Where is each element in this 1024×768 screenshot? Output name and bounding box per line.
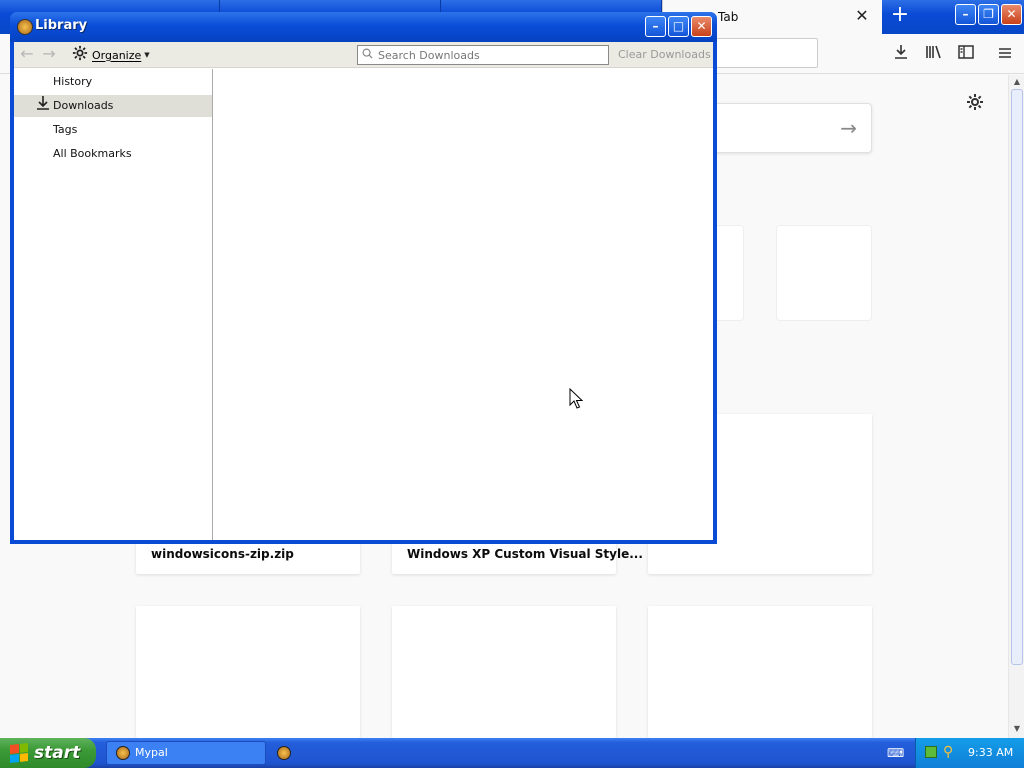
gear-icon[interactable]: [966, 93, 984, 116]
highlight-card[interactable]: [392, 606, 616, 738]
organize-label: Organize: [92, 48, 142, 62]
scroll-up-icon[interactable]: ▲: [1011, 76, 1023, 88]
library-window: Library – □ ✕ ← → Organize ▼ Clear Downl…: [10, 12, 717, 544]
sidebar-item-label: All Bookmarks: [53, 147, 132, 160]
back-button[interactable]: ←: [18, 45, 36, 63]
menu-icon[interactable]: [995, 44, 1015, 64]
sidebar-item-all-bookmarks[interactable]: All Bookmarks: [14, 143, 212, 165]
browser-restore-button[interactable]: ❐: [978, 4, 999, 25]
scrollbar-thumb[interactable]: [1011, 89, 1023, 665]
taskbar: start Mypal ⌨ ⚲ 9:33 AM: [0, 738, 1024, 768]
card-title: windowsicons-zip.zip: [151, 547, 294, 561]
windows-logo-icon: [10, 743, 28, 763]
sidebar-item-label: History: [53, 75, 93, 88]
network-icon[interactable]: [925, 746, 937, 758]
highlight-card[interactable]: [648, 606, 872, 738]
library-icon[interactable]: [924, 44, 944, 64]
library-titlebar[interactable]: Library – □ ✕: [10, 12, 717, 42]
page-scrollbar[interactable]: ▲ ▼: [1008, 75, 1024, 738]
browser-close-button[interactable]: ✕: [1001, 4, 1022, 25]
sidebar-item-history[interactable]: History: [14, 71, 212, 93]
taskbar-item-label: Mypal: [135, 746, 168, 759]
sidebar-item-label: Tags: [53, 123, 78, 136]
library-sidebar: History Downloads Tags All Bookmarks: [14, 69, 213, 540]
start-label: start: [34, 743, 81, 763]
maximize-button[interactable]: □: [668, 16, 689, 37]
close-button[interactable]: ✕: [691, 16, 712, 37]
forward-button[interactable]: →: [40, 45, 58, 63]
highlight-card[interactable]: [136, 606, 360, 738]
search-downloads-input[interactable]: [378, 48, 598, 62]
mypal-icon: [116, 746, 130, 760]
sidebar-item-label: Downloads: [53, 99, 114, 112]
taskbar-item-mypal[interactable]: Mypal: [106, 741, 266, 765]
system-tray: ⚲ 9:33 AM: [915, 738, 1024, 768]
keyboard-icon[interactable]: ⌨: [887, 746, 904, 760]
library-body: ← → Organize ▼ Clear Downloads History: [14, 42, 713, 540]
search-downloads-field[interactable]: [357, 45, 609, 65]
sidebar-item-downloads[interactable]: Downloads: [14, 95, 212, 117]
top-site-tile[interactable]: [776, 225, 872, 321]
new-tab-button[interactable]: +: [888, 4, 912, 28]
downloads-icon[interactable]: [891, 44, 911, 64]
library-task-icon[interactable]: [277, 746, 291, 760]
clock: 9:33 AM: [968, 746, 1014, 759]
mouse-pointer-icon: [569, 388, 583, 409]
scroll-down-icon[interactable]: ▼: [1011, 723, 1023, 735]
library-toolbar: ← → Organize ▼ Clear Downloads: [14, 42, 713, 68]
download-icon: [36, 95, 50, 118]
clear-downloads-button[interactable]: Clear Downloads: [618, 48, 711, 61]
browser-minimize-button[interactable]: –: [955, 4, 976, 25]
sidebar-item-tags[interactable]: Tags: [14, 119, 212, 141]
downloads-list[interactable]: [214, 69, 713, 540]
window-title: Library: [35, 18, 88, 33]
gear-icon: [72, 45, 88, 65]
start-button[interactable]: start: [0, 738, 96, 768]
organize-button[interactable]: Organize ▼: [68, 45, 154, 65]
minimize-button[interactable]: –: [645, 16, 666, 37]
search-icon: [362, 48, 373, 62]
sidebar-icon[interactable]: [956, 44, 976, 64]
search-icon[interactable]: ⚲: [943, 744, 953, 760]
chevron-down-icon: ▼: [144, 51, 150, 59]
card-title: Windows XP Custom Visual Style...: [407, 547, 643, 561]
tab-close-icon[interactable]: ✕: [852, 6, 872, 26]
arrow-right-icon[interactable]: →: [840, 116, 857, 140]
app-icon: [17, 19, 33, 35]
